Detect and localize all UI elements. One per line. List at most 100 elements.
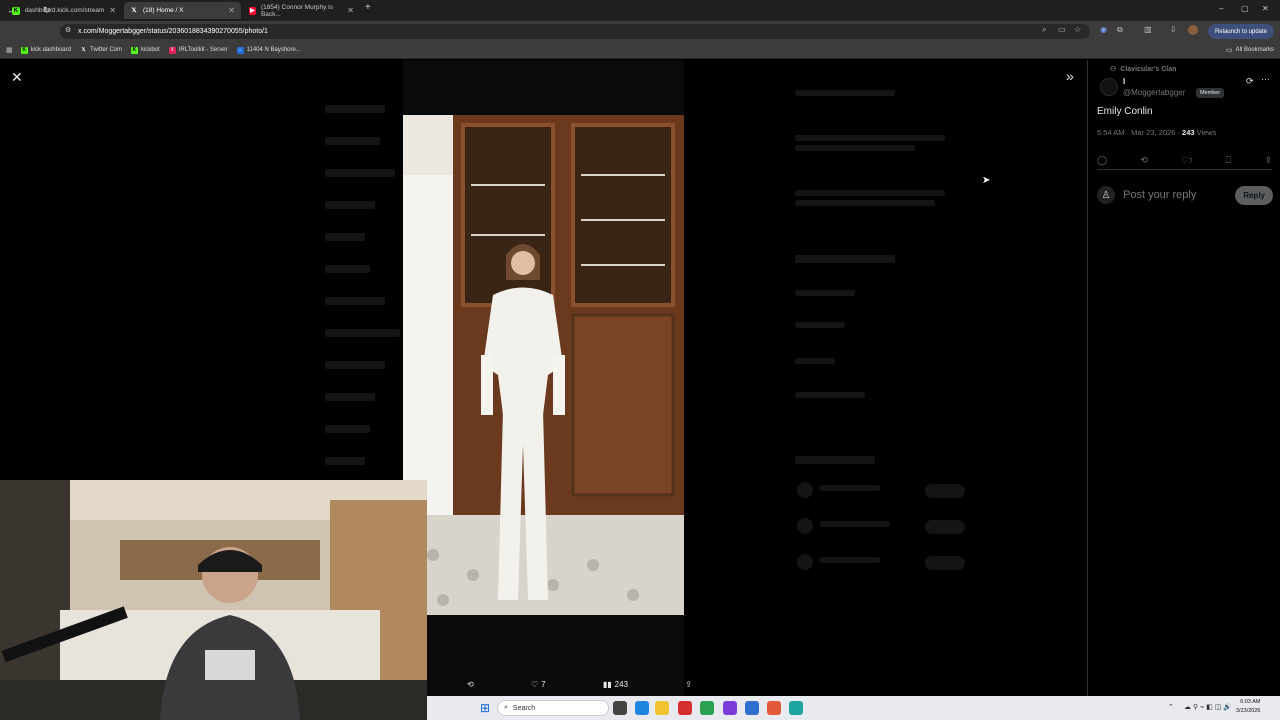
tab-kick-dashboard[interactable]: K dashboard.kick.com/stream ✕ [6, 2, 122, 19]
apps-grid-icon[interactable]: ▦ [6, 46, 13, 54]
search-icon: ⌕ [504, 704, 508, 711]
mouse-cursor-icon: ➤ [982, 175, 991, 186]
taskbar-search[interactable]: ⌕ Search [497, 700, 609, 716]
relaunch-button[interactable]: Relaunch to update [1208, 24, 1274, 39]
folder-icon: ▭ [1226, 47, 1233, 54]
share-button[interactable]: ⇪ [685, 680, 692, 689]
reply-button[interactable]: Reply [1235, 185, 1273, 205]
close-viewer-icon[interactable]: ✕ [11, 69, 23, 86]
repost-icon: ⟲ [467, 679, 474, 689]
view-count: 243 [614, 679, 629, 689]
photo-action-bar: ⟲ ♡ 7 ▮▮ 243 ⇪ [427, 672, 707, 696]
reload-icon[interactable]: ↻ [43, 5, 51, 16]
bookmark-bayshore[interactable]: ⌂ 11404 N Bayshore... [236, 46, 301, 54]
bookmark-label: kick dashboard [30, 47, 71, 53]
tweet-timestamp[interactable]: 5:54 AM · Mar 23, 2026 · [1097, 128, 1182, 137]
like-button[interactable]: ♡7 [1181, 155, 1192, 166]
minimize-icon[interactable]: – [1219, 4, 1223, 13]
zoom-icon[interactable]: ⌕ [1042, 25, 1046, 35]
tweet-views-label: Views [1194, 128, 1217, 137]
reply-input[interactable] [1123, 189, 1223, 201]
community-icon: ⚇ [1110, 66, 1117, 73]
youtube-icon: ▶ [249, 6, 256, 15]
reply-icon[interactable]: ◯ [1097, 155, 1107, 166]
tab-youtube[interactable]: ▶ (1854) Connor Murphy is Back... ✕ [243, 2, 360, 19]
all-bookmarks-button[interactable]: ▭ All Bookmarks [1226, 46, 1274, 54]
extensions-puzzle-icon[interactable]: ⧉ [1117, 25, 1123, 35]
side-panel-icon[interactable]: ▥ [1144, 25, 1152, 34]
bookmark-twitter[interactable]: 𝕏 Twitter Com [80, 47, 122, 54]
bookmark-kick-dashboard[interactable]: K kick dashboard [20, 46, 71, 54]
author-name[interactable]: I [1123, 77, 1125, 86]
windows-start-icon[interactable]: ⊞ [480, 701, 490, 715]
close-tab-icon[interactable]: ✕ [228, 6, 235, 15]
tab-label: (18) Home / X [143, 7, 184, 14]
browser-tab-bar: K dashboard.kick.com/stream ✕ 𝕏 (18) Hom… [0, 0, 1280, 21]
author-avatar[interactable] [1100, 78, 1118, 96]
webcam-overlay [0, 480, 427, 720]
more-options-icon[interactable]: ··· [1261, 74, 1270, 84]
heart-icon: ♡ [530, 679, 539, 689]
new-tab-button[interactable]: + [365, 2, 371, 13]
tweet-photo[interactable] [403, 115, 684, 615]
bookmark-kickbot[interactable]: K kickbot [131, 46, 160, 54]
views-button[interactable]: ▮▮ 243 [603, 680, 628, 689]
author-handle[interactable]: @Moggertabgger [1123, 88, 1185, 97]
like-count: 7 [1189, 159, 1193, 165]
bookmarks-bar: ▦ K kick dashboard 𝕏 Twitter Com K kickb… [0, 42, 1280, 59]
app-icon[interactable] [678, 701, 692, 715]
obs-icon[interactable] [767, 701, 781, 715]
chrome-icon[interactable] [635, 701, 649, 715]
task-view-icon[interactable] [613, 701, 627, 715]
share-icon[interactable]: ⇪ [1264, 155, 1272, 166]
tab-label: (1854) Connor Murphy is Back... [260, 3, 333, 18]
back-icon[interactable]: ← [7, 5, 16, 15]
tab-label: dashboard.kick.com/stream [24, 7, 105, 14]
cast-icon[interactable]: ▭ [1058, 25, 1066, 34]
downloads-icon[interactable]: ⇩ [1170, 25, 1177, 34]
x-icon: 𝕏 [81, 47, 86, 53]
close-window-icon[interactable]: ✕ [1262, 4, 1269, 13]
browser-icon[interactable] [700, 701, 714, 715]
tweet-actions: ◯ ⟲ ♡7 ⎕ ⇪ [1097, 154, 1272, 170]
bookmark-star-icon[interactable]: ☆ [1074, 25, 1081, 34]
collapse-panel-icon[interactable]: » [1066, 68, 1074, 84]
tweet-text: Emily Conlin [1097, 106, 1153, 117]
analytics-icon: ▮▮ [602, 679, 612, 689]
tab-x-home[interactable]: 𝕏 (18) Home / X ✕ [124, 2, 241, 19]
extension-icon[interactable]: ◉ [1100, 25, 1107, 34]
like-button[interactable]: ♡7 [531, 680, 546, 689]
app-icon[interactable] [723, 701, 737, 715]
taskbar-clock[interactable]: 6:03 AM 3/23/2026 [1236, 698, 1260, 716]
search-placeholder: Search [512, 704, 536, 712]
tweet-meta: 5:54 AM · Mar 23, 2026 · 243 Views [1097, 128, 1217, 137]
irltoolkit-icon: I [168, 46, 176, 54]
repost-icon[interactable]: ⟲ [1140, 155, 1148, 166]
close-tab-icon[interactable]: ✕ [347, 6, 354, 15]
member-badge: Member [1196, 88, 1225, 98]
community-label[interactable]: ⚇ Clavicular's Clan [1110, 65, 1176, 74]
forward-icon[interactable]: → [25, 5, 34, 15]
address-bar[interactable]: x.com/Moggertabgger/status/2036018834390… [60, 24, 1090, 39]
file-explorer-icon[interactable] [655, 701, 669, 715]
tray-chevron-icon[interactable]: ⌃ [1168, 703, 1174, 711]
heart-icon: ♡ [1181, 155, 1190, 165]
maximize-icon[interactable]: ▢ [1241, 4, 1249, 13]
repost-button[interactable]: ⟲ [467, 680, 474, 689]
all-bookmarks-label: All Bookmarks [1235, 47, 1274, 53]
reply-composer: ♙ Reply [1097, 182, 1273, 208]
app-icon[interactable] [745, 701, 759, 715]
bookmark-irltoolkit[interactable]: I IRLToolkit - Server [168, 46, 228, 54]
site-info-icon[interactable]: ⚙ [65, 26, 71, 34]
url-text: x.com/Moggertabgger/status/2036018834390… [78, 28, 268, 35]
app-icon[interactable] [789, 701, 803, 715]
bookmark-icon[interactable]: ⎕ [1226, 155, 1231, 166]
user-avatar: ♙ [1097, 186, 1115, 204]
share-icon: ⇪ [685, 679, 692, 689]
tweet-views-count: 243 [1182, 128, 1195, 137]
grok-icon[interactable]: ⟳ [1246, 76, 1254, 87]
kick-icon: K [20, 46, 28, 54]
tray-icons[interactable]: ☁ ⚲ ⌁ ◧ ◫ 🔊 [1184, 703, 1232, 711]
close-tab-icon[interactable]: ✕ [109, 6, 116, 15]
profile-avatar[interactable] [1188, 25, 1198, 35]
